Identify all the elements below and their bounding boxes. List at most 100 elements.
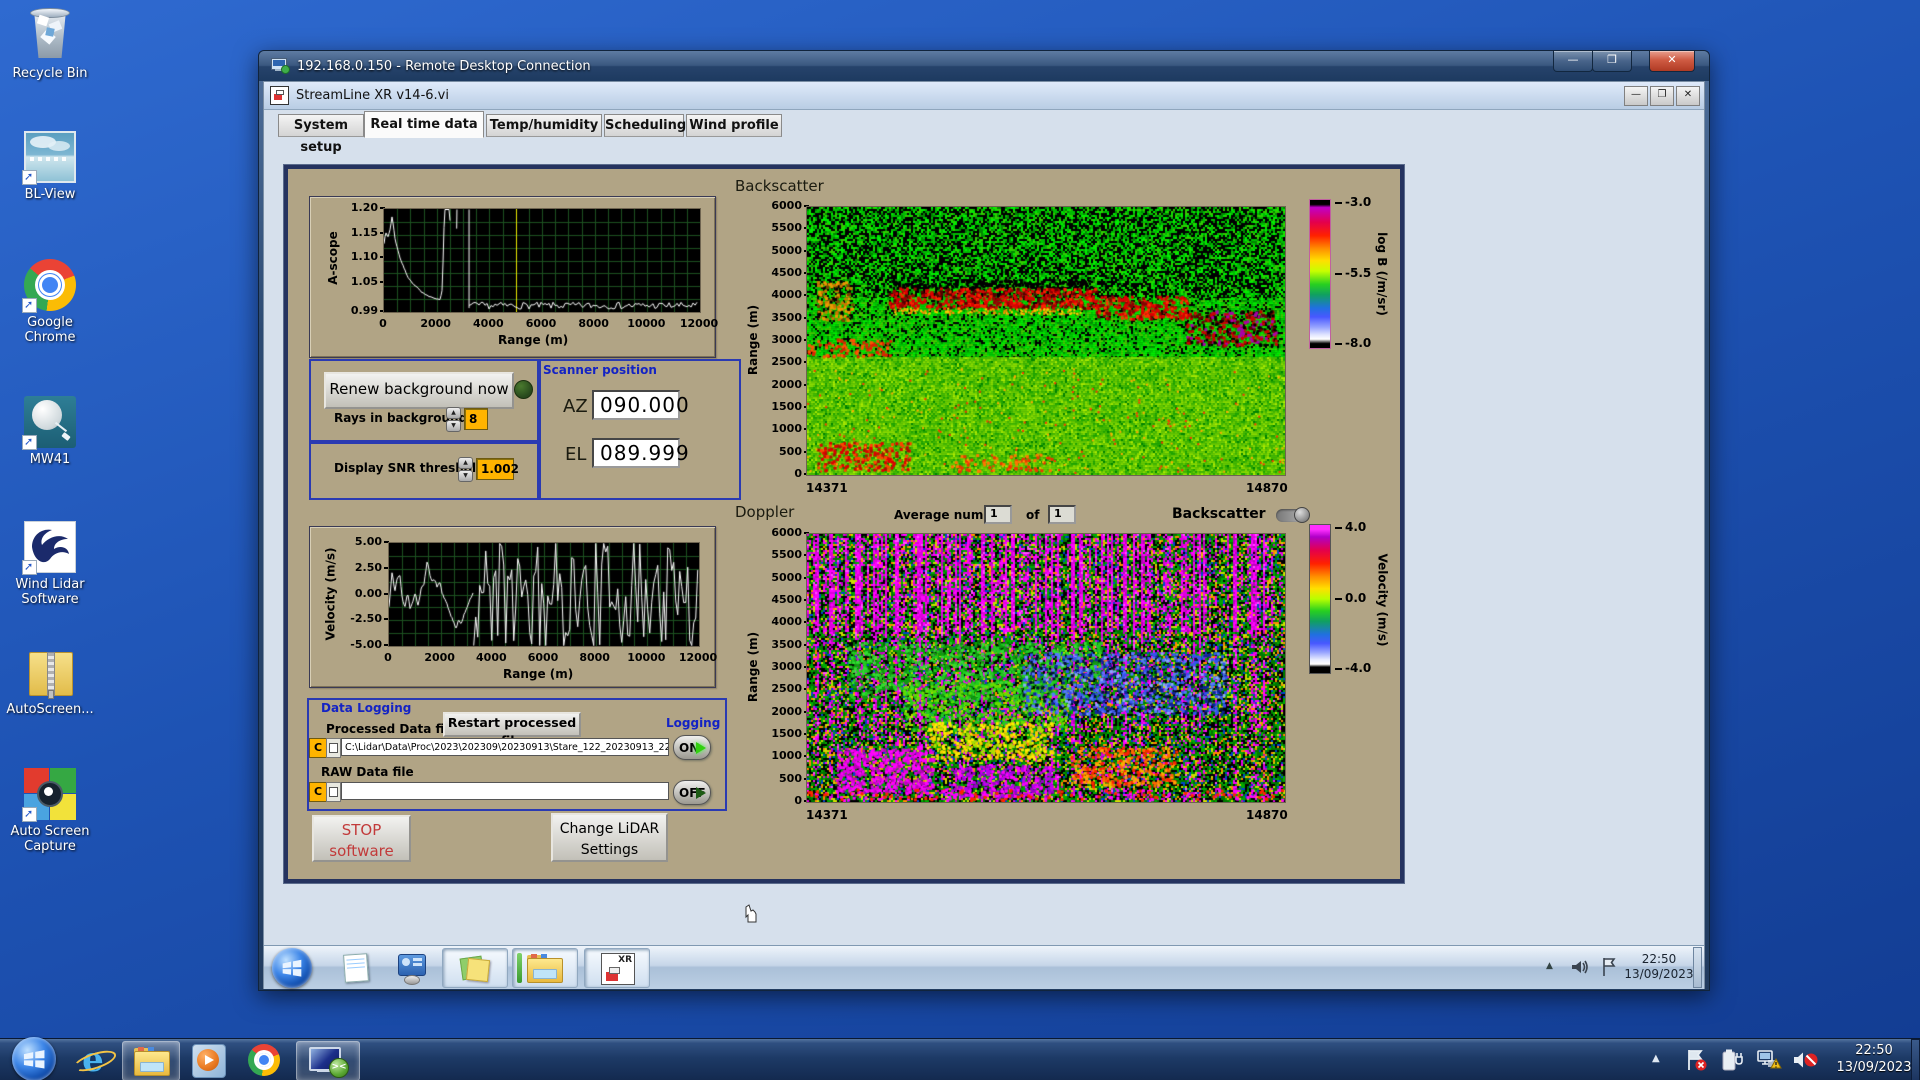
rays-value-field[interactable]: 8 xyxy=(464,408,488,430)
average-count-field[interactable]: 1 xyxy=(1048,505,1076,524)
velocity-plot-canvas xyxy=(388,542,700,647)
desktop-icon-bl-view[interactable]: BL-View xyxy=(0,131,100,202)
taskbar-remote-desktop[interactable]: >< xyxy=(296,1041,360,1080)
colorbar-tick-label: 0.0 xyxy=(1334,590,1367,605)
tray-volume-muted-icon[interactable] xyxy=(1792,1047,1820,1073)
axis-tick-label: 0 xyxy=(794,467,809,480)
tray-network-warning-icon[interactable] xyxy=(1756,1047,1784,1073)
az-value-field[interactable]: 090.000 xyxy=(592,390,689,420)
app-restore-button[interactable]: ❐ xyxy=(1650,85,1674,106)
az-label: AZ xyxy=(563,396,588,417)
tab-wind-profile[interactable]: Wind profile xyxy=(686,114,782,137)
tab-scheduling[interactable]: Scheduling xyxy=(604,114,686,137)
start-button[interactable] xyxy=(12,1037,56,1080)
desktop-icon-recycle-bin[interactable]: Recycle Bin xyxy=(0,6,100,81)
remote-tray-action-center-flag-icon[interactable] xyxy=(1600,956,1620,978)
ascope-x-ticks: 0 2000 4000 6000 8000 10000 12000 xyxy=(379,317,718,331)
axis-tick-label: 5500 xyxy=(771,548,809,562)
remote-taskbar-streamline-vi[interactable]: XR xyxy=(584,948,650,988)
path-browse-icon[interactable] xyxy=(326,738,341,758)
renew-background-button[interactable]: Renew background now xyxy=(324,372,514,409)
app-window-title: StreamLine XR v14-6.vi xyxy=(296,88,449,103)
el-value-field[interactable]: 089.999 xyxy=(592,438,689,468)
desktop-icon-wind-lidar[interactable]: Wind Lidar Software xyxy=(0,521,100,607)
axis-tick-label: 1500 xyxy=(771,727,809,740)
remote-taskbar-notepad[interactable] xyxy=(334,948,378,986)
rays-spinner[interactable]: ▲ ▼ xyxy=(446,407,461,432)
stop-software-button[interactable]: STOP software xyxy=(312,815,411,862)
snr-spinner[interactable]: ▲ ▼ xyxy=(458,457,473,482)
raw-logging-toggle-off[interactable]: OFF xyxy=(673,780,711,805)
drive-letter-box[interactable]: C xyxy=(309,738,327,758)
desktop-icon-mw41[interactable]: MW41 xyxy=(0,396,100,467)
tray-clock[interactable]: 22:50 13/09/2023 xyxy=(1832,1042,1916,1076)
rdp-title-bar[interactable]: 192.168.0.150 - Remote Desktop Connectio… xyxy=(259,51,1709,81)
rdp-restore-button[interactable]: ❐ xyxy=(1592,51,1632,72)
raw-path-field[interactable] xyxy=(341,782,669,800)
axis-tick-label: 10000 xyxy=(627,317,666,330)
axis-tick-label: 0 xyxy=(379,317,387,330)
axis-tick-label: 4500 xyxy=(771,593,809,606)
axis-tick-label: 6000 xyxy=(771,526,809,539)
axis-tick-label: 3500 xyxy=(771,310,809,324)
axis-tick-label: 2500 xyxy=(771,355,809,369)
desktop-icon-google-chrome[interactable]: Google Chrome xyxy=(0,259,100,345)
change-lidar-settings-button[interactable]: Change LiDAR Settings xyxy=(551,813,668,862)
mouse-cursor xyxy=(745,904,757,923)
rdp-window-title: 192.168.0.150 - Remote Desktop Connectio… xyxy=(297,58,591,74)
axis-tick-label: 4000 xyxy=(476,651,507,664)
remote-tray-clock[interactable]: 22:50 13/09/2023 xyxy=(1624,952,1694,982)
backscatter-colorbar-ticks: -3.0 -5.5 -8.0 xyxy=(1333,195,1373,350)
remote-taskbar-explorer[interactable] xyxy=(512,948,578,988)
tab-temp-humidity[interactable]: Temp/humidity xyxy=(486,114,602,137)
doppler-backscatter-toggle[interactable] xyxy=(1276,507,1310,523)
backscatter-y-axis-label: Range (m) xyxy=(746,304,761,376)
processed-logging-toggle-on[interactable]: ON xyxy=(673,735,711,760)
remote-taskbar-control-panel[interactable] xyxy=(390,948,434,986)
desktop-icon-autoscreen-zip[interactable]: AutoScreen... xyxy=(0,646,100,717)
remote-tray-chevron-up-icon[interactable]: ▲ xyxy=(1546,961,1553,971)
processed-path-field[interactable]: C:\Lidar\Data\Proc\2023\202309\20230913\… xyxy=(341,738,669,756)
desktop-icon-label: BL-View xyxy=(24,187,76,202)
app-title-bar[interactable]: StreamLine XR v14-6.vi — ❐ ✕ xyxy=(264,82,1704,110)
ascope-y-ticks: 1.20 1.15 1.10 1.05 0.99 xyxy=(340,201,386,317)
backscatter-x-start-label: 14371 xyxy=(806,481,848,495)
taskbar-media-player[interactable] xyxy=(184,1041,234,1079)
axis-tick-label: 5000 xyxy=(771,243,809,257)
app-minimize-button[interactable]: — xyxy=(1624,85,1648,106)
scanner-position-title: Scanner position xyxy=(543,363,657,377)
tab-system-setup[interactable]: System setup xyxy=(278,114,364,155)
restart-processed-file-button[interactable]: Restart processed file xyxy=(443,712,581,748)
path-browse-icon[interactable] xyxy=(326,782,341,802)
tray-power-plug-icon[interactable] xyxy=(1720,1047,1746,1073)
snr-value-field[interactable]: 1.002 xyxy=(476,458,519,480)
drive-letter-box[interactable]: C xyxy=(309,782,327,802)
taskbar-internet-explorer[interactable]: e xyxy=(68,1041,119,1079)
axis-tick-label: 10000 xyxy=(627,651,666,664)
remote-show-desktop-button[interactable] xyxy=(1693,947,1702,988)
raw-path-row: C xyxy=(309,781,669,802)
rdp-minimize-button[interactable]: — xyxy=(1553,51,1593,72)
app-close-button[interactable]: ✕ xyxy=(1676,85,1700,106)
auto-screen-capture-icon xyxy=(22,768,76,822)
rdp-close-button[interactable]: ✕ xyxy=(1649,51,1695,72)
taskbar-windows-explorer[interactable] xyxy=(122,1041,180,1080)
axis-tick-label: 6000 xyxy=(527,651,559,664)
tray-action-center-flag-icon[interactable] xyxy=(1684,1047,1708,1073)
doppler-y-ticks: 6000 5500 5000 4500 4000 3500 3000 2500 2000 1500… xyxy=(762,526,809,807)
show-desktop-button[interactable] xyxy=(1911,1039,1920,1080)
average-number-field[interactable]: 1 xyxy=(984,505,1012,524)
remote-start-button[interactable] xyxy=(272,948,312,988)
taskbar-google-chrome[interactable] xyxy=(240,1041,290,1079)
remote-taskbar-sticky-notes[interactable] xyxy=(442,948,508,988)
doppler-y-axis-label: Range (m) xyxy=(746,631,761,703)
mw41-icon xyxy=(22,396,76,450)
desktop-icon-auto-screen-capture[interactable]: Auto Screen Capture xyxy=(0,768,100,854)
tab-real-time-data[interactable]: Real time data xyxy=(364,111,484,138)
axis-tick-label: 2000 xyxy=(424,651,455,664)
data-logging-title: Data Logging xyxy=(321,701,412,715)
scanner-group-box xyxy=(537,359,741,500)
remote-tray-volume-icon[interactable] xyxy=(1570,957,1592,977)
tray-chevron-up-icon[interactable]: ▲ xyxy=(1652,1053,1660,1064)
doppler-heatmap-canvas xyxy=(806,533,1286,803)
